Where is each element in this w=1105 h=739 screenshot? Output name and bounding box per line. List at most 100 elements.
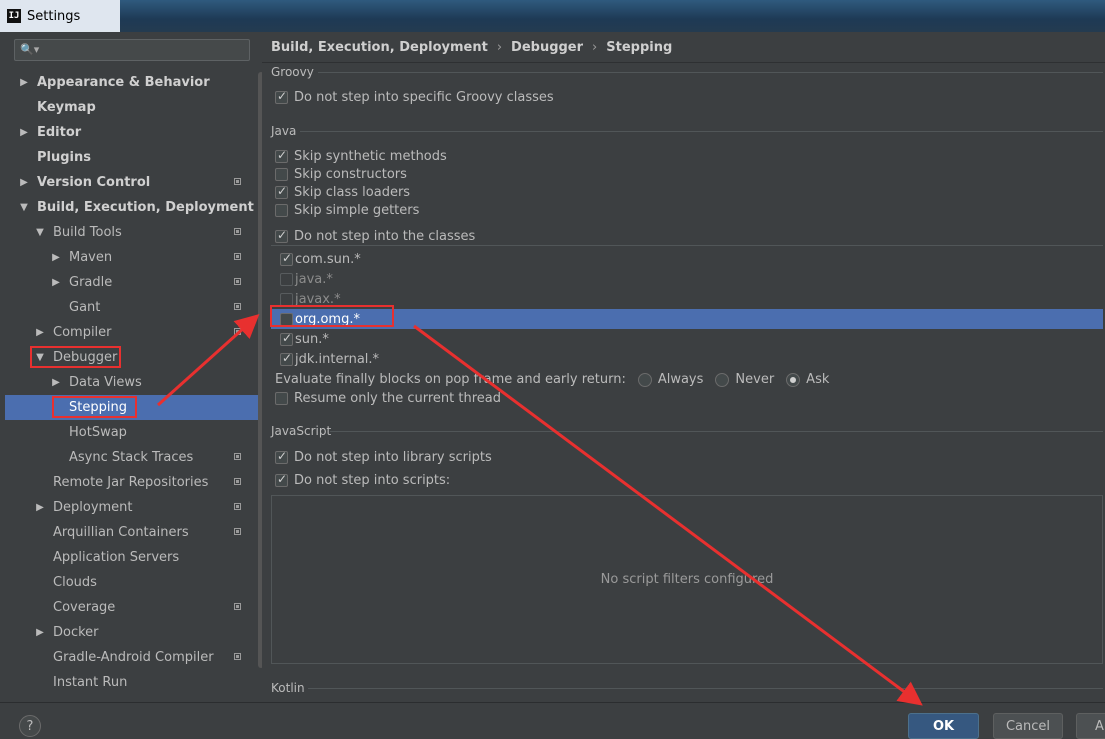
sidebar-item-hotswap[interactable]: HotSwap (5, 420, 260, 445)
app-logo-icon: IJ (7, 9, 21, 23)
section-divider (300, 131, 1103, 132)
expand-right-icon[interactable]: ▶ (35, 502, 45, 513)
sidebar-item-maven[interactable]: ▶ Maven (5, 245, 260, 270)
annotation-box-debugger (30, 346, 121, 368)
expand-right-icon[interactable]: ▶ (19, 77, 29, 88)
sidebar-item-version-control[interactable]: ▶ Version Control (5, 170, 260, 195)
expand-right-icon[interactable]: ▶ (51, 277, 61, 288)
checkbox[interactable] (275, 472, 288, 487)
class-filter-list[interactable]: com.sun.* java.* javax.*org.omg.* sun.* jdk.… (271, 245, 1103, 369)
checkbox[interactable] (275, 168, 288, 181)
do-not-step-into-classes-option[interactable]: Do not step into the classes (275, 228, 475, 244)
radio-always[interactable]: Always (637, 372, 703, 387)
breadcrumb-item: Stepping (606, 39, 673, 55)
js-scripts-option[interactable]: Do not step into scripts: (275, 472, 450, 488)
breadcrumb-item: Debugger (511, 39, 584, 55)
expand-right-icon[interactable]: ▶ (51, 377, 61, 388)
project-scope-icon (234, 328, 241, 335)
expand-down-icon[interactable]: ▼ (35, 227, 45, 238)
checkbox[interactable] (275, 392, 288, 405)
sidebar-item-gradle-android-compiler[interactable]: Gradle-Android Compiler (5, 645, 260, 670)
checkbox[interactable] (275, 228, 288, 243)
project-scope-icon (234, 653, 241, 660)
sidebar-item-gradle[interactable]: ▶ Gradle (5, 270, 260, 295)
class-filter-row[interactable]: org.omg.* (271, 309, 1103, 329)
sidebar-item-coverage[interactable]: Coverage (5, 595, 260, 620)
js-library-scripts-option[interactable]: Do not step into library scripts (275, 449, 492, 465)
option-label: Do not step into specific Groovy classes (294, 90, 554, 105)
expand-right-icon[interactable]: ▶ (35, 627, 45, 638)
class-filter-row[interactable]: javax.* (271, 289, 1103, 309)
sidebar-item-build-tools[interactable]: ▼ Build Tools (5, 220, 260, 245)
sidebar-item-label: Instant Run (53, 675, 128, 690)
sidebar-item-editor[interactable]: ▶ Editor (5, 120, 260, 145)
java-option-skip-constructors[interactable]: Skip constructors (275, 167, 407, 182)
apply-button[interactable]: A (1076, 713, 1105, 739)
java-option-skip-class-loaders[interactable]: Skip class loaders (275, 184, 411, 200)
resume-current-thread-option[interactable]: Resume only the current thread (275, 391, 501, 406)
checkbox[interactable] (275, 204, 288, 217)
sidebar-item-deployment[interactable]: ▶ Deployment (5, 495, 260, 520)
sidebar-item-application-servers[interactable]: Application Servers (5, 545, 260, 570)
radio-button[interactable] (637, 372, 652, 387)
radio-button[interactable] (715, 372, 730, 387)
groovy-step-option[interactable]: Do not step into specific Groovy classes (275, 89, 554, 105)
sidebar-item-remote-jar-repositories[interactable]: Remote Jar Repositories (5, 470, 260, 495)
expand-down-icon[interactable]: ▼ (19, 202, 29, 213)
checkbox[interactable] (275, 184, 288, 199)
option-label: Skip simple getters (294, 203, 420, 218)
breadcrumb: Build, Execution, Deployment › Debugger … (262, 32, 1105, 63)
expand-right-icon[interactable]: ▶ (35, 327, 45, 338)
sidebar-item-label: Gradle-Android Compiler (53, 650, 214, 665)
checkbox[interactable] (275, 148, 288, 163)
sidebar-item-arquillian-containers[interactable]: Arquillian Containers (5, 520, 260, 545)
checkbox[interactable] (275, 449, 288, 464)
checkbox[interactable] (280, 351, 293, 366)
class-filter-row[interactable]: com.sun.* (271, 249, 1103, 269)
sidebar-item-clouds[interactable]: Clouds (5, 570, 260, 595)
ok-button[interactable]: OK (908, 713, 979, 739)
sidebar-item-label: Version Control (37, 175, 151, 190)
sidebar-item-docker[interactable]: ▶ Docker (5, 620, 260, 645)
sidebar-item-label: Coverage (53, 600, 116, 615)
sidebar-item-gant[interactable]: Gant (5, 295, 260, 320)
expand-right-icon[interactable]: ▶ (51, 252, 61, 263)
sidebar-item-compiler[interactable]: ▶ Compiler (5, 320, 260, 345)
sidebar-item-label: Build Tools (53, 225, 122, 240)
sidebar-item-label: Data Views (69, 375, 142, 390)
checkbox[interactable] (275, 89, 288, 104)
class-filter-row[interactable]: java.* (271, 269, 1103, 289)
class-pattern: sun.* (295, 331, 329, 347)
sidebar-item-label: Gant (69, 300, 101, 315)
class-filter-row[interactable]: jdk.internal.* (271, 349, 1103, 369)
sidebar-item-appearance-behavior[interactable]: ▶ Appearance & Behavior (5, 70, 260, 95)
sidebar-item-label: Maven (69, 250, 113, 265)
checkbox[interactable] (280, 292, 293, 306)
checkbox[interactable] (280, 272, 293, 286)
java-option-skip-simple-getters[interactable]: Skip simple getters (275, 203, 419, 218)
sidebar-item-data-views[interactable]: ▶ Data Views (5, 370, 260, 395)
option-label: Skip class loaders (294, 185, 411, 200)
sidebar-item-async-stack-traces[interactable]: Async Stack Traces (5, 445, 260, 470)
cancel-button[interactable]: Cancel (993, 713, 1063, 739)
sidebar-item-instant-run[interactable]: Instant Run (5, 670, 260, 695)
script-filter-list[interactable]: No script filters configured (271, 495, 1103, 664)
class-filter-row[interactable]: sun.* (271, 329, 1103, 349)
sidebar-item-build-execution-deployment[interactable]: ▼ Build, Execution, Deployment (5, 195, 260, 220)
checkbox[interactable] (280, 251, 293, 266)
help-button[interactable]: ? (19, 715, 41, 737)
sidebar-item-keymap[interactable]: Keymap (5, 95, 260, 120)
project-scope-icon (234, 178, 241, 185)
section-divider (330, 431, 1103, 432)
java-option-skip-synthetic-methods[interactable]: Skip synthetic methods (275, 148, 447, 164)
checkbox[interactable] (280, 331, 293, 346)
expand-right-icon[interactable]: ▶ (19, 127, 29, 138)
sidebar-item-label: Build, Execution, Deployment (37, 200, 254, 215)
section-title-kotlin: Kotlin (271, 681, 305, 695)
expand-right-icon[interactable]: ▶ (19, 177, 29, 188)
sidebar-item-plugins[interactable]: Plugins (5, 145, 260, 170)
radio-ask[interactable]: Ask (786, 372, 829, 387)
radio-never[interactable]: Never (715, 372, 774, 387)
search-input[interactable]: 🔍▾ (14, 39, 250, 61)
radio-button[interactable] (786, 372, 801, 387)
